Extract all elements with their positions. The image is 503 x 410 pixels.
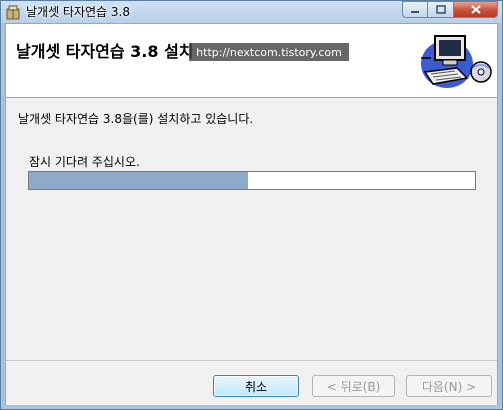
install-progress-bar [28,171,476,190]
progress-fill [29,172,248,189]
maximize-button[interactable] [428,1,454,18]
back-button[interactable]: < 뒤로(B) [312,375,395,397]
computer-setup-icon [417,28,493,92]
minimize-icon [411,10,419,13]
title-bar[interactable]: 날개셋 타자연습 3.8 [1,1,502,22]
minimize-button[interactable] [402,1,428,18]
cancel-button[interactable]: 취소 [213,375,299,397]
button-footer: 취소 < 뒤로(B) 다음(N) > [6,360,497,405]
installer-package-icon [5,4,21,20]
header-banner: 날개셋 타자연습 3.8 설치 http://nextcom.tistory.c… [6,24,497,98]
next-button[interactable]: 다음(N) > [406,375,492,397]
install-status-text: 날개셋 타자연습 3.8을(를) 설치하고 있습니다. [18,112,254,126]
maximize-icon [435,5,446,14]
dialog-client-area: 날개셋 타자연습 3.8 설치 http://nextcom.tistory.c… [5,23,498,405]
banner-title: 날개셋 타자연습 3.8 설치 [16,42,194,61]
installer-window: 날개셋 타자연습 3.8 날개셋 타자연습 3.8 설치 http://next… [0,0,503,410]
url-watermark: http://nextcom.tistory.com [189,43,349,61]
caption-buttons [402,1,498,18]
please-wait-text: 잠시 기다려 주십시오. [29,155,140,169]
close-icon [470,5,481,14]
close-button[interactable] [454,1,498,18]
window-title: 날개셋 타자연습 3.8 [26,5,130,19]
